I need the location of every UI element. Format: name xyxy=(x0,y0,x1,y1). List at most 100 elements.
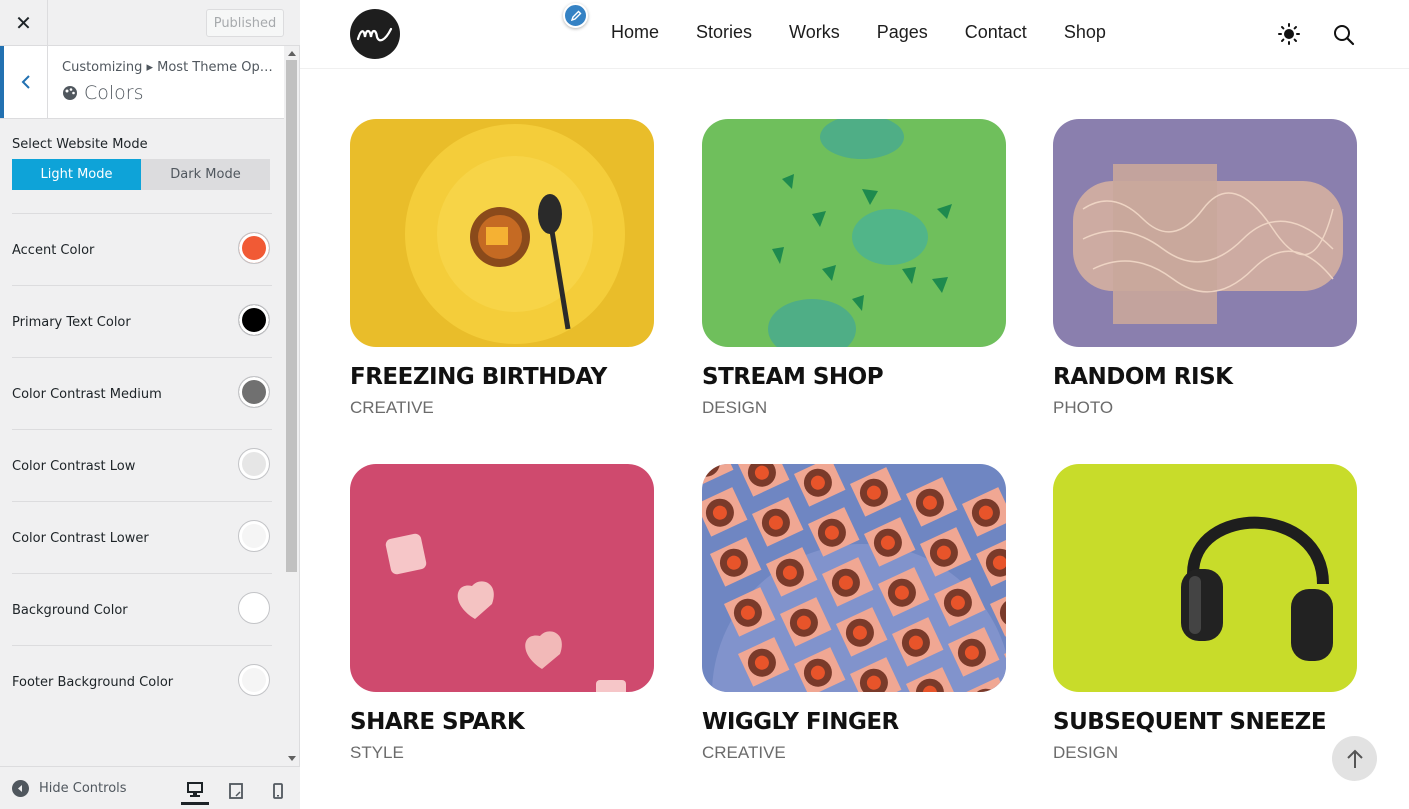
site-preview: Home Stories Works Pages Contact Shop FR… xyxy=(300,0,1409,809)
color-control-row: Accent Color xyxy=(12,213,272,285)
color-control-label: Color Contrast Low xyxy=(12,458,136,474)
customizer-panel: ✕ Published Customizing ▸ Most Theme Opt… xyxy=(0,0,300,809)
color-control-row: Color Contrast Low xyxy=(12,429,272,501)
collapse-icon xyxy=(12,780,29,797)
portfolio-card[interactable]: RANDOM RISK PHOTO xyxy=(1053,119,1357,418)
card-title[interactable]: SHARE SPARK xyxy=(350,709,654,735)
arrow-up-icon xyxy=(1346,749,1363,768)
website-mode-control: Select Website Mode Light Mode Dark Mode xyxy=(0,119,284,213)
panel-scrollbar[interactable] xyxy=(284,46,299,766)
dark-mode-button[interactable]: Dark Mode xyxy=(141,159,270,190)
nav-works[interactable]: Works xyxy=(789,22,840,43)
customizer-controls: Customizing ▸ Most Theme Optio... Colors… xyxy=(0,46,284,766)
color-swatch-button[interactable] xyxy=(238,520,270,552)
website-mode-toggle: Light Mode Dark Mode xyxy=(12,159,270,190)
color-control-row: Background Color xyxy=(12,573,272,645)
color-control-label: Color Contrast Medium xyxy=(12,386,162,402)
close-icon: ✕ xyxy=(15,11,32,35)
macarons-image xyxy=(702,119,1006,347)
color-swatch-button[interactable] xyxy=(238,376,270,408)
portfolio-card[interactable]: STREAM SHOP DESIGN xyxy=(702,119,1006,418)
card-thumbnail[interactable] xyxy=(1053,119,1357,347)
heart-candies-image xyxy=(350,464,654,692)
card-thumbnail[interactable] xyxy=(702,119,1006,347)
preview-mobile-button[interactable] xyxy=(264,777,292,805)
card-title[interactable]: WIGGLY FINGER xyxy=(702,709,1006,735)
published-button[interactable]: Published xyxy=(206,9,284,37)
color-control-label: Background Color xyxy=(12,602,128,618)
website-mode-label: Select Website Mode xyxy=(12,137,148,152)
tablet-icon xyxy=(229,783,243,799)
customizer-header: ✕ Published xyxy=(0,0,300,46)
card-category[interactable]: PHOTO xyxy=(1053,398,1357,418)
back-button[interactable] xyxy=(0,46,48,118)
card-category[interactable]: DESIGN xyxy=(702,398,1006,418)
color-swatch-button[interactable] xyxy=(238,664,270,696)
noodles-glass-image xyxy=(1053,119,1357,347)
page-title: Colors xyxy=(62,82,144,104)
hide-controls-button[interactable]: Hide Controls xyxy=(12,780,127,797)
portfolio-card[interactable]: SHARE SPARK STYLE xyxy=(350,464,654,763)
nav-contact[interactable]: Contact xyxy=(965,22,1027,43)
scroll-to-top-button[interactable] xyxy=(1332,736,1377,781)
card-title[interactable]: FREEZING BIRTHDAY xyxy=(350,364,654,390)
search-button[interactable] xyxy=(1333,24,1355,46)
color-swatch-button[interactable] xyxy=(238,592,270,624)
scrollbar-thumb[interactable] xyxy=(286,60,297,572)
main-navigation: Home Stories Works Pages Contact Shop xyxy=(611,22,1143,43)
color-control-row: Footer Background Color xyxy=(12,645,272,717)
theme-toggle-button[interactable] xyxy=(1278,23,1300,45)
color-swatch-button[interactable] xyxy=(238,448,270,480)
section-header: Customizing ▸ Most Theme Optio... Colors xyxy=(0,46,284,119)
search-icon xyxy=(1334,25,1355,46)
preview-tablet-button[interactable] xyxy=(222,777,250,805)
record-players-image xyxy=(702,464,1006,692)
card-title[interactable]: SUBSEQUENT SNEEZE xyxy=(1053,709,1357,735)
card-category[interactable]: CREATIVE xyxy=(350,398,654,418)
section-name-label: Colors xyxy=(84,82,144,104)
card-title[interactable]: RANDOM RISK xyxy=(1053,364,1357,390)
color-controls: Accent Color Primary Text Color Color Cont… xyxy=(0,213,284,717)
card-category[interactable]: STYLE xyxy=(350,743,654,763)
preview-desktop-button[interactable] xyxy=(181,777,209,805)
sun-icon xyxy=(1278,23,1300,45)
portfolio-card[interactable]: SUBSEQUENT SNEEZE DESIGN xyxy=(1053,464,1357,763)
card-thumbnail[interactable] xyxy=(702,464,1006,692)
scroll-down-icon[interactable] xyxy=(288,756,296,761)
color-control-row: Color Contrast Medium xyxy=(12,357,272,429)
color-control-row: Color Contrast Lower xyxy=(12,501,272,573)
color-control-label: Accent Color xyxy=(12,242,95,258)
card-category[interactable]: DESIGN xyxy=(1053,743,1357,763)
nav-pages[interactable]: Pages xyxy=(877,22,928,43)
portfolio-card[interactable]: WIGGLY FINGER CREATIVE xyxy=(702,464,1006,763)
nav-stories[interactable]: Stories xyxy=(696,22,752,43)
dessert-plate-image xyxy=(350,119,654,347)
edit-shortcut-button[interactable] xyxy=(563,3,588,28)
color-control-row: Primary Text Color xyxy=(12,285,272,357)
breadcrumb: Customizing ▸ Most Theme Optio... xyxy=(62,60,274,75)
card-thumbnail[interactable] xyxy=(1053,464,1357,692)
light-mode-button[interactable]: Light Mode xyxy=(12,159,141,190)
color-control-label: Primary Text Color xyxy=(12,314,131,330)
chevron-left-icon xyxy=(21,75,30,89)
portfolio-card[interactable]: FREEZING BIRTHDAY CREATIVE xyxy=(350,119,654,418)
color-swatch-button[interactable] xyxy=(238,304,270,336)
color-swatch-button[interactable] xyxy=(238,232,270,264)
logo-mark-icon xyxy=(356,27,393,42)
color-control-label: Color Contrast Lower xyxy=(12,530,149,546)
nav-shop[interactable]: Shop xyxy=(1064,22,1106,43)
close-customizer-button[interactable]: ✕ xyxy=(0,0,48,46)
desktop-icon xyxy=(187,782,203,797)
card-thumbnail[interactable] xyxy=(350,464,654,692)
card-title[interactable]: STREAM SHOP xyxy=(702,364,1006,390)
scroll-up-icon[interactable] xyxy=(288,51,296,56)
site-header: Home Stories Works Pages Contact Shop xyxy=(300,0,1409,69)
hide-controls-label: Hide Controls xyxy=(39,781,127,796)
nav-home[interactable]: Home xyxy=(611,22,659,43)
palette-icon xyxy=(63,86,77,100)
site-logo[interactable] xyxy=(350,9,400,59)
customizer-footer: Hide Controls xyxy=(0,766,300,809)
card-thumbnail[interactable] xyxy=(350,119,654,347)
mobile-icon xyxy=(273,783,283,799)
card-category[interactable]: CREATIVE xyxy=(702,743,1006,763)
